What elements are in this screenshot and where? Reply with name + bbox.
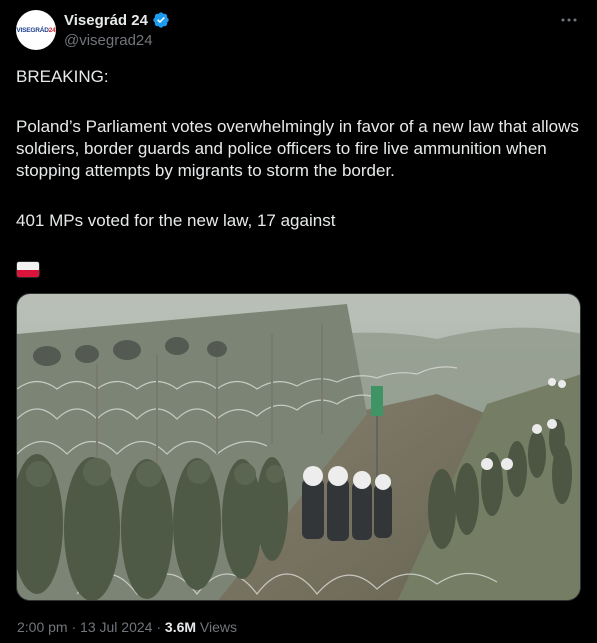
more-horizontal-icon[interactable] bbox=[559, 10, 579, 30]
tweet-photo[interactable] bbox=[16, 293, 581, 601]
display-name[interactable]: Visegrád 24 bbox=[64, 12, 148, 29]
avatar[interactable]: VISEGRÁD24 bbox=[16, 10, 56, 50]
meta-separator: · bbox=[156, 619, 162, 635]
views-label: Views bbox=[199, 619, 238, 635]
tweet-text-main: Poland’s Parliament votes overwhelmingly… bbox=[16, 117, 579, 180]
handle[interactable]: @visegrad24 bbox=[64, 32, 153, 49]
meta-separator: · bbox=[71, 619, 77, 635]
tweet-card: VISEGRÁD24 Visegrád 24 @visegrad24 BREAK… bbox=[0, 0, 597, 643]
tweet-meta: 2:00 pm · 13 Jul 2024 · 3.6M Views bbox=[17, 619, 237, 635]
border-fence-photo bbox=[17, 294, 580, 600]
tweet-text-votes: 401 MPs voted for the new law, 17 agains… bbox=[16, 211, 336, 230]
tweet-time[interactable]: 2:00 pm bbox=[17, 619, 68, 635]
avatar-logo-text: VISEGRÁD24 bbox=[16, 26, 56, 34]
tweet-date[interactable]: 13 Jul 2024 bbox=[80, 619, 152, 635]
poland-flag-icon bbox=[17, 262, 39, 277]
author-name-row: Visegrád 24 bbox=[64, 11, 170, 29]
tweet-text-breaking: BREAKING: bbox=[16, 67, 109, 86]
views-count[interactable]: 3.6M bbox=[165, 619, 196, 635]
verified-badge-icon[interactable] bbox=[152, 11, 170, 29]
